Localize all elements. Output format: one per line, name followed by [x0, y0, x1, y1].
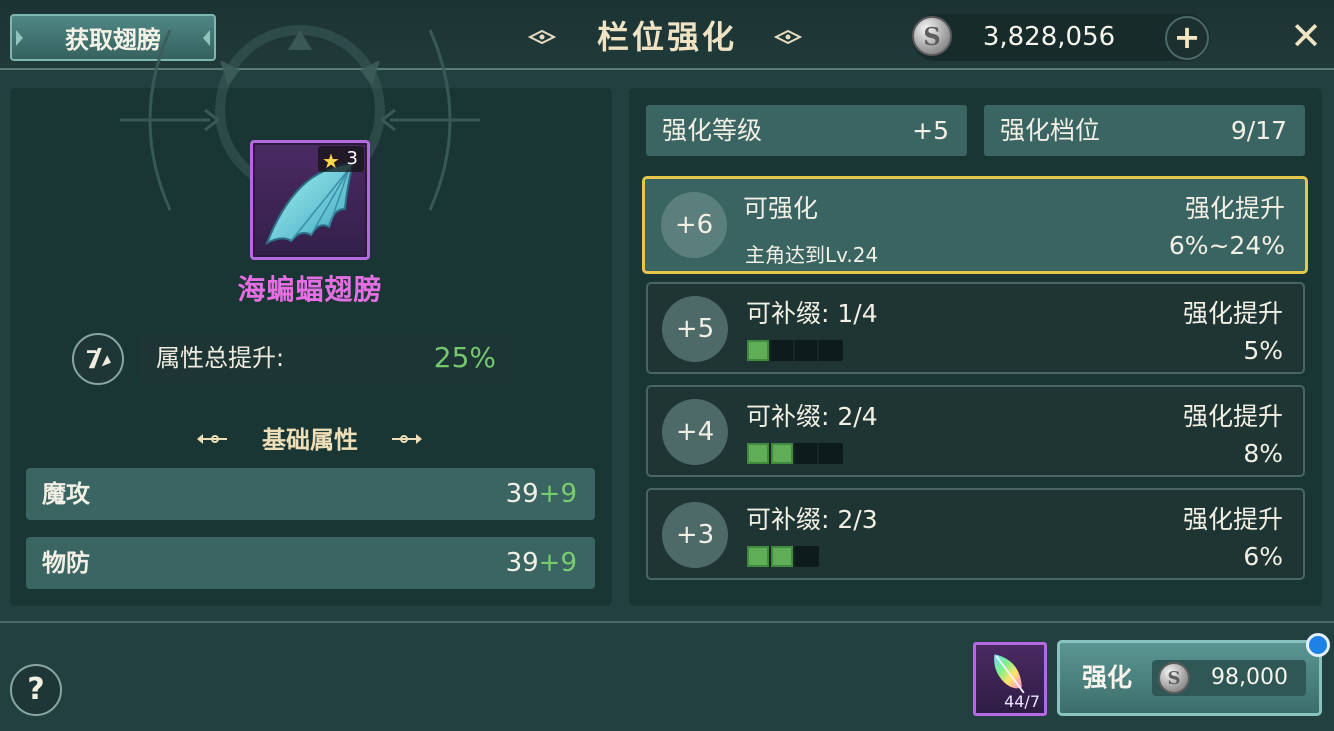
boost-value: 8% — [1243, 439, 1283, 468]
attribute-boost-icon[interactable] — [72, 333, 124, 385]
repair-progress-bar — [747, 340, 843, 361]
level-card-plus6[interactable]: +6 可强化 主角达到Lv.24 强化提升 6%~24% — [642, 176, 1308, 274]
progress-segment-empty — [819, 443, 843, 464]
stat-bonus: +9 — [538, 548, 577, 578]
boost-label: 强化提升 — [1184, 194, 1285, 223]
level-status: 可补缀: 1/4 — [746, 299, 878, 328]
silver-coin-icon: S — [912, 16, 952, 56]
enhance-level-value: +5 — [912, 116, 949, 145]
stat-name: 物防 — [42, 549, 90, 577]
enhance-tier-value: 9/17 — [1230, 116, 1287, 145]
stat-row-physical-defense: 物防 39+9 — [26, 537, 595, 589]
enhance-cost: S 98,000 — [1152, 660, 1306, 696]
attribute-total-boost: 属性总提升: 25% — [140, 333, 514, 383]
title-ornament-left-icon — [528, 29, 556, 45]
level-status: 可补缀: 2/3 — [746, 505, 878, 534]
boost-value: 6% — [1243, 542, 1283, 571]
progress-segment-empty — [819, 340, 843, 361]
level-badge: +3 — [662, 502, 728, 568]
boost-value: 6%~24% — [1168, 231, 1285, 260]
level-status: 可强化 — [743, 194, 819, 223]
attribute-total-value: 25% — [433, 341, 496, 374]
feather-material-slot[interactable]: 44/7 — [973, 642, 1047, 716]
repair-progress-bar — [747, 546, 819, 567]
attribute-total-label: 属性总提升: — [156, 344, 285, 372]
stat-name: 魔攻 — [42, 480, 90, 508]
boost-label: 强化提升 — [1182, 402, 1283, 431]
currency-amount: 3,828,056 — [982, 22, 1116, 52]
enhance-tier-label: 强化档位 — [1000, 116, 1101, 145]
stat-bonus: +9 — [538, 479, 577, 509]
enhance-cost-amount: 98,000 — [1211, 665, 1288, 690]
star-icon: ★ — [322, 149, 340, 173]
progress-segment-empty — [795, 443, 819, 464]
section-ornament-right-icon — [392, 434, 422, 444]
boost-label: 强化提升 — [1182, 299, 1283, 328]
progress-segment-filled — [747, 443, 771, 464]
boost-value: 5% — [1243, 336, 1283, 365]
progress-segment-empty — [795, 546, 819, 567]
progress-segment-filled — [771, 443, 795, 464]
help-button[interactable]: ? — [10, 664, 62, 716]
progress-segment-filled — [771, 546, 795, 567]
close-button[interactable]: ✕ — [1288, 17, 1324, 55]
boost-label: 强化提升 — [1182, 505, 1283, 534]
level-card-plus5[interactable]: +5 可补缀: 1/4 强化提升 5% — [646, 282, 1305, 374]
progress-segment-filled — [747, 340, 771, 361]
progress-segment-filled — [747, 546, 771, 567]
enhance-button-label: 强化 — [1082, 663, 1133, 692]
notification-dot — [1306, 633, 1330, 657]
stat-value: 39+9 — [505, 479, 577, 509]
footer-divider — [0, 621, 1334, 623]
stat-row-magic-attack: 魔攻 39+9 — [26, 468, 595, 520]
progress-segment-empty — [795, 340, 819, 361]
enhance-level-label: 强化等级 — [662, 116, 763, 145]
enhance-button[interactable]: 强化 S 98,000 — [1057, 640, 1322, 716]
level-badge: +4 — [662, 399, 728, 465]
level-status: 可补缀: 2/4 — [746, 402, 878, 431]
material-count: 44/7 — [1004, 692, 1040, 711]
level-card-plus3[interactable]: +3 可补缀: 2/3 强化提升 6% — [646, 488, 1305, 580]
silver-currency-display: S 3,828,056 + — [912, 14, 1210, 61]
stat-value: 39+9 — [505, 548, 577, 578]
wing-item-slot[interactable]: ★ 3 — [250, 140, 370, 260]
level-requirement: 主角达到Lv.24 — [745, 243, 879, 267]
enhance-level-box: 强化等级 +5 — [646, 105, 967, 156]
silver-coin-icon: S — [1158, 662, 1190, 694]
level-badge: +5 — [662, 296, 728, 362]
repair-progress-bar — [747, 443, 843, 464]
level-badge: +6 — [661, 192, 727, 258]
title-ornament-right-icon — [774, 29, 802, 45]
add-currency-button[interactable]: + — [1165, 16, 1209, 60]
enhance-tier-box: 强化档位 9/17 — [984, 105, 1305, 156]
star-count: 3 — [346, 148, 358, 169]
star-rank-badge: ★ 3 — [318, 146, 364, 173]
level-card-plus4[interactable]: +4 可补缀: 2/4 强化提升 8% — [646, 385, 1305, 477]
progress-segment-empty — [771, 340, 795, 361]
item-name: 海蝙蝠翅膀 — [237, 273, 383, 306]
page-title: 栏位强化 — [596, 18, 737, 56]
